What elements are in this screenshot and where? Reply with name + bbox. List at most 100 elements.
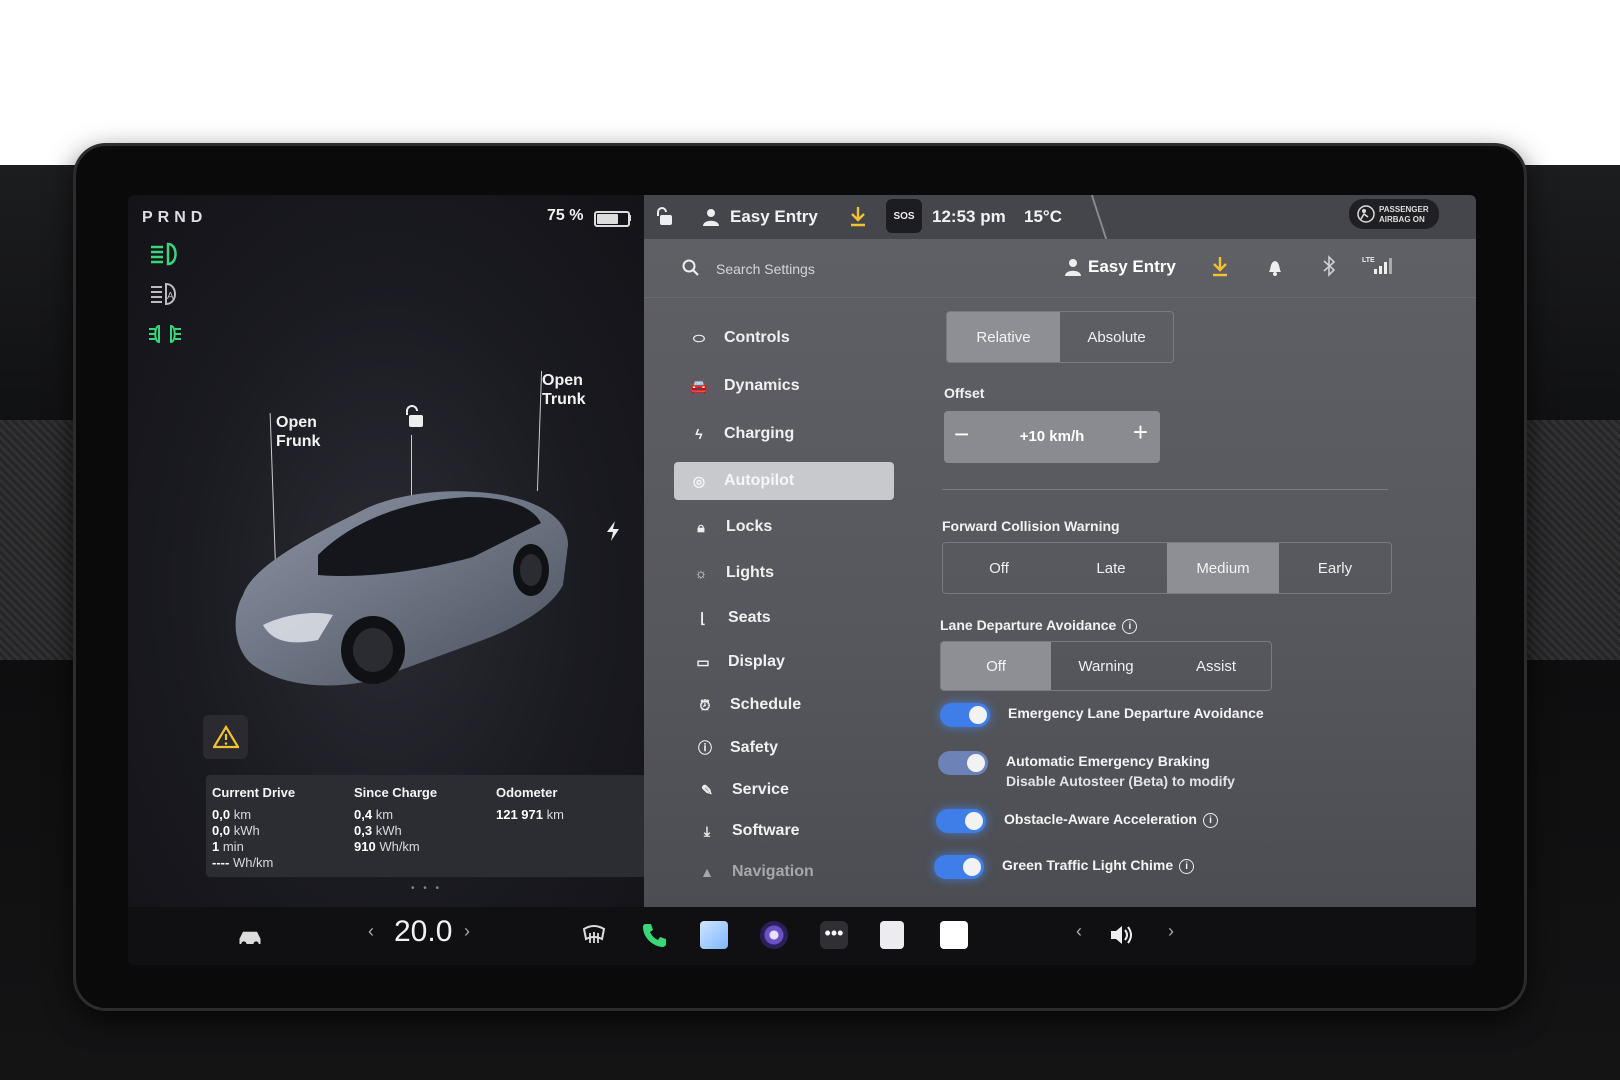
nav-schedule[interactable]: ⏰︎ Schedule: [680, 686, 900, 724]
volume-icon[interactable]: [1108, 921, 1136, 949]
outside-temperature: 15°C: [1024, 207, 1062, 226]
profile-selector[interactable]: Easy Entry: [1088, 257, 1176, 277]
increase-button[interactable]: +: [1133, 417, 1148, 448]
option-absolute[interactable]: Absolute: [1060, 312, 1173, 362]
driver-profile[interactable]: Easy Entry: [730, 207, 818, 227]
info-icon[interactable]: i: [1122, 618, 1138, 634]
auto-high-beam-icon[interactable]: A: [148, 281, 182, 307]
svg-text:A: A: [167, 291, 174, 302]
nav-display[interactable]: ▭ Display: [678, 643, 898, 681]
nav-service[interactable]: ✎ Service: [682, 771, 902, 809]
unlocked-status-icon[interactable]: [656, 207, 674, 227]
nav-locks[interactable]: 🔒︎ Locks: [676, 508, 896, 546]
temp-decrease-button[interactable]: ‹: [368, 921, 374, 942]
vehicle-panel: PRND 75 % A Open Frunk Open Trunk Curren…: [128, 195, 646, 907]
alert-icon: ⓘ: [698, 740, 712, 756]
airbag-icon: [1357, 205, 1375, 223]
alerts-button[interactable]: [203, 715, 248, 759]
cabin-temperature[interactable]: 20.0: [394, 915, 452, 949]
toggle-icon: ⬭: [693, 329, 705, 346]
bolt-icon: ϟ: [695, 426, 703, 442]
open-frunk-button[interactable]: Open Frunk: [276, 413, 320, 451]
aeb-toggle[interactable]: [938, 751, 988, 775]
lda-option-assist[interactable]: Assist: [1161, 642, 1271, 690]
nav-navigation[interactable]: ▲ Navigation: [682, 853, 902, 891]
battery-percent: 75 %: [547, 207, 584, 224]
fcw-option-early[interactable]: Early: [1279, 543, 1391, 593]
speed-limit-mode-selector: Relative Absolute: [946, 311, 1174, 363]
nav-charging[interactable]: ϟ Charging: [674, 415, 894, 453]
gear-indicator: PRND: [142, 209, 208, 226]
phone-icon[interactable]: [640, 921, 668, 949]
search-input[interactable]: Search Settings: [716, 261, 815, 277]
rear-defrost-icon[interactable]: [580, 921, 608, 949]
status-bar: Easy Entry SOS 12:53 pm 15°C PASSENGER A…: [644, 195, 1476, 246]
touchscreen: PRND 75 % A Open Frunk Open Trunk Curren…: [128, 195, 1476, 965]
lda-option-warning[interactable]: Warning: [1051, 642, 1161, 690]
obstacle-aware-toggle[interactable]: [936, 809, 986, 833]
settings-header: Search Settings Easy Entry LTE: [644, 239, 1476, 298]
nav-seats[interactable]: ⌊ Seats: [678, 599, 898, 637]
sos-button[interactable]: SOS: [886, 199, 922, 233]
nav-controls[interactable]: ⬭ Controls: [674, 319, 894, 357]
download-icon[interactable]: [1210, 255, 1230, 277]
fcw-option-late[interactable]: Late: [1055, 543, 1167, 593]
green-light-chime-toggle[interactable]: [934, 855, 984, 879]
charge-port-icon[interactable]: [604, 520, 622, 542]
volume-down-button[interactable]: ‹: [1076, 921, 1082, 942]
fcw-option-medium[interactable]: Medium: [1167, 543, 1279, 593]
nav-autopilot[interactable]: ◎ Autopilot: [674, 462, 894, 500]
open-trunk-button[interactable]: Open Trunk: [542, 371, 586, 409]
camera-icon[interactable]: [760, 921, 788, 949]
offset-value: +10 km/h: [1019, 428, 1085, 445]
volume-up-button[interactable]: ›: [1168, 921, 1174, 942]
bluetooth-icon[interactable]: [1322, 255, 1336, 277]
nav-safety[interactable]: ⓘ Safety: [680, 729, 900, 767]
nav-dynamics[interactable]: 🚘 Dynamics: [674, 367, 894, 405]
info-icon[interactable]: i: [1202, 812, 1218, 828]
nav-lights[interactable]: ☼ Lights: [676, 554, 896, 592]
low-beam-icon[interactable]: [148, 241, 182, 267]
nav-software[interactable]: ⤓ Software: [682, 812, 902, 850]
current-drive-stats: Current Drive 0,0 km 0,0 kWh 1 min ---- …: [212, 785, 296, 870]
display-icon: ▭: [696, 653, 710, 670]
notification-bell-icon[interactable]: [1266, 257, 1284, 277]
fcw-option-off[interactable]: Off: [943, 543, 1055, 593]
lda-option-off[interactable]: Off: [941, 642, 1051, 690]
parking-lights-icon[interactable]: [148, 321, 182, 347]
profile-icon: [703, 209, 719, 226]
lte-signal-icon: LTE: [1362, 257, 1392, 274]
settings-panel: Search Settings Easy Entry LTE ⬭ Controls: [644, 239, 1476, 907]
option-relative[interactable]: Relative: [947, 312, 1060, 362]
lda-selector: Off Warning Assist: [940, 641, 1272, 691]
warning-icon: [212, 725, 239, 749]
lda-label: Lane Departure Avoidance i: [940, 617, 1138, 634]
software-update-icon[interactable]: [848, 205, 868, 227]
offset-label: Offset: [944, 385, 985, 401]
alarm-icon: ⏰︎: [699, 696, 711, 713]
elda-toggle[interactable]: [940, 703, 990, 727]
battery-icon: [594, 211, 630, 227]
unlock-icon[interactable]: [404, 405, 426, 429]
car-icon: 🚘: [690, 377, 708, 394]
offset-stepper: − +10 km/h +: [944, 411, 1160, 463]
notes-icon[interactable]: [940, 921, 968, 949]
toybox-icon[interactable]: [700, 921, 728, 949]
steering-wheel-icon: ◎: [692, 472, 706, 489]
fcw-selector: Off Late Medium Early: [942, 542, 1392, 594]
divider: [942, 489, 1388, 490]
more-apps-icon[interactable]: •••: [820, 921, 848, 949]
trip-meter-card[interactable]: Current Drive 0,0 km 0,0 kWh 1 min ---- …: [206, 775, 646, 877]
car-icon[interactable]: [236, 923, 264, 951]
svg-text:LTE: LTE: [1362, 257, 1375, 264]
page-indicator: • • •: [411, 883, 443, 894]
wrench-icon: ✎: [701, 781, 713, 798]
clock: 12:53 pm: [932, 207, 1006, 226]
navigation-icon: ▲: [700, 864, 714, 880]
temp-increase-button[interactable]: ›: [464, 921, 470, 942]
info-icon[interactable]: i: [1179, 858, 1195, 874]
since-charge-stats: Since Charge 0,4 km 0,3 kWh 910 Wh/km: [354, 785, 438, 854]
calendar-icon[interactable]: [880, 921, 904, 949]
lock-icon: 🔒︎: [697, 518, 705, 535]
profile-icon: [1065, 259, 1081, 276]
